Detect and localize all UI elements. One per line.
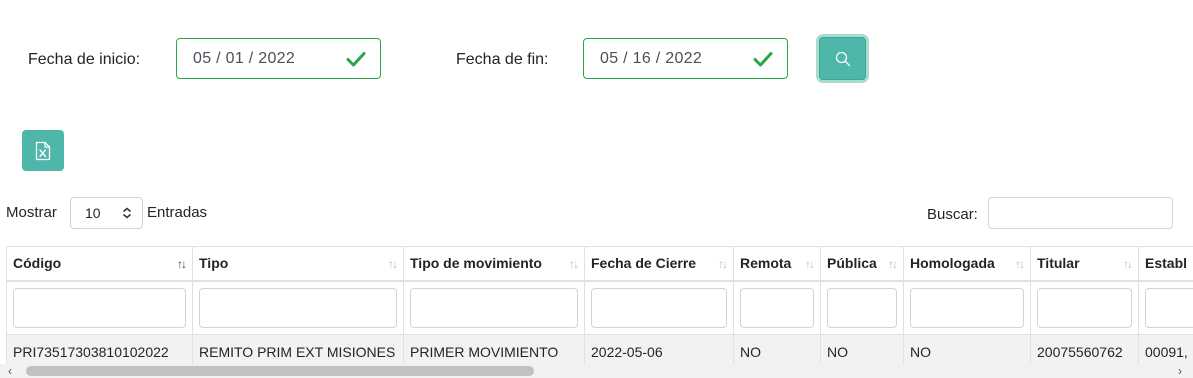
sort-arrows-icon: ↑↓: [569, 257, 579, 271]
table-header-row: Código ↑↓ Tipo ↑↓ Tipo de movimiento ↑↓ Fec…: [6, 246, 1193, 282]
end-date-label: Fecha de fin:: [456, 51, 549, 68]
data-table: Código ↑↓ Tipo ↑↓ Tipo de movimiento ↑↓ Fec…: [6, 246, 1193, 364]
column-header-fecha-cierre[interactable]: Fecha de Cierre ↑↓: [584, 246, 734, 282]
filter-input-codigo[interactable]: [13, 287, 186, 328]
length-suffix-label: Entradas: [147, 204, 208, 221]
end-date-value: 05 / 16 / 2022: [600, 49, 703, 67]
cell-remota: NO: [733, 334, 821, 364]
entries-per-page-value: 10: [85, 205, 101, 221]
sort-asc-icon: ↑↓: [177, 257, 187, 271]
filter-input-tipo[interactable]: [199, 287, 397, 328]
export-excel-button[interactable]: [22, 130, 64, 171]
check-icon: [753, 51, 773, 66]
entries-per-page-select[interactable]: 10: [70, 197, 143, 229]
sort-arrows-icon: ↑↓: [1123, 257, 1133, 271]
table-viewport: Código ↑↓ Tipo ↑↓ Tipo de movimiento ↑↓ Fec…: [6, 246, 1193, 364]
column-header-codigo[interactable]: Código ↑↓: [6, 246, 193, 282]
filter-input-homologada[interactable]: [910, 287, 1024, 328]
scroll-left-icon[interactable]: ‹: [8, 364, 12, 378]
filter-input-publica[interactable]: [827, 287, 897, 328]
cell-tipo-movimiento: PRIMER MOVIMIENTO: [403, 334, 585, 364]
scroll-right-icon[interactable]: ›: [1178, 364, 1182, 378]
sort-arrows-icon: ↑↓: [1015, 257, 1025, 271]
sort-arrows-icon: ↑↓: [388, 257, 398, 271]
filter-input-fecha-cierre[interactable]: [591, 287, 727, 328]
column-filter-row: [6, 280, 1193, 335]
filter-input-tipo-movimiento[interactable]: [410, 287, 578, 328]
sort-arrows-icon: ↑↓: [888, 257, 898, 271]
table-row[interactable]: PRI73517303810102022 REMITO PRIM EXT MIS…: [6, 334, 1193, 364]
sort-arrows-icon: ↑↓: [805, 257, 815, 271]
horizontal-scrollbar[interactable]: ‹ ›: [0, 364, 1193, 378]
cell-tipo: REMITO PRIM EXT MISIONES: [192, 334, 404, 364]
end-date-input[interactable]: 05 / 16 / 2022: [583, 38, 788, 79]
check-icon: [346, 51, 366, 66]
cell-titular: 20075560762: [1030, 334, 1139, 364]
scrollbar-thumb[interactable]: [26, 366, 534, 376]
cell-establecimiento: 00091,: [1138, 334, 1193, 364]
cell-publica: NO: [820, 334, 904, 364]
search-icon: [835, 51, 850, 66]
cell-fecha-cierre: 2022-05-06: [584, 334, 734, 364]
sort-arrows-icon: ↑↓: [718, 257, 728, 271]
start-date-input[interactable]: 05 / 01 / 2022: [176, 38, 381, 79]
start-date-label: Fecha de inicio:: [28, 51, 141, 68]
cell-codigo: PRI73517303810102022: [6, 334, 193, 364]
column-header-remota[interactable]: Remota ↑↓: [733, 246, 821, 282]
column-header-tipo-movimiento[interactable]: Tipo de movimiento ↑↓: [403, 246, 585, 282]
column-header-tipo[interactable]: Tipo ↑↓: [192, 246, 404, 282]
column-header-publica[interactable]: Pública ↑↓: [820, 246, 904, 282]
cell-homologada: NO: [903, 334, 1031, 364]
excel-file-icon: [35, 141, 51, 160]
column-header-titular[interactable]: Titular ↑↓: [1030, 246, 1139, 282]
length-prefix-label: Mostrar: [6, 204, 57, 221]
select-arrows-icon: [122, 207, 132, 219]
start-date-value: 05 / 01 / 2022: [193, 49, 296, 67]
column-header-establecimiento[interactable]: Establ: [1138, 246, 1193, 282]
filter-input-remota[interactable]: [740, 287, 814, 328]
search-label: Buscar:: [927, 206, 978, 223]
filter-input-titular[interactable]: [1037, 287, 1132, 328]
filter-input-establecimiento[interactable]: [1145, 287, 1193, 328]
table-search-input[interactable]: [988, 197, 1173, 229]
search-button[interactable]: [819, 37, 866, 80]
column-header-homologada[interactable]: Homologada ↑↓: [903, 246, 1031, 282]
